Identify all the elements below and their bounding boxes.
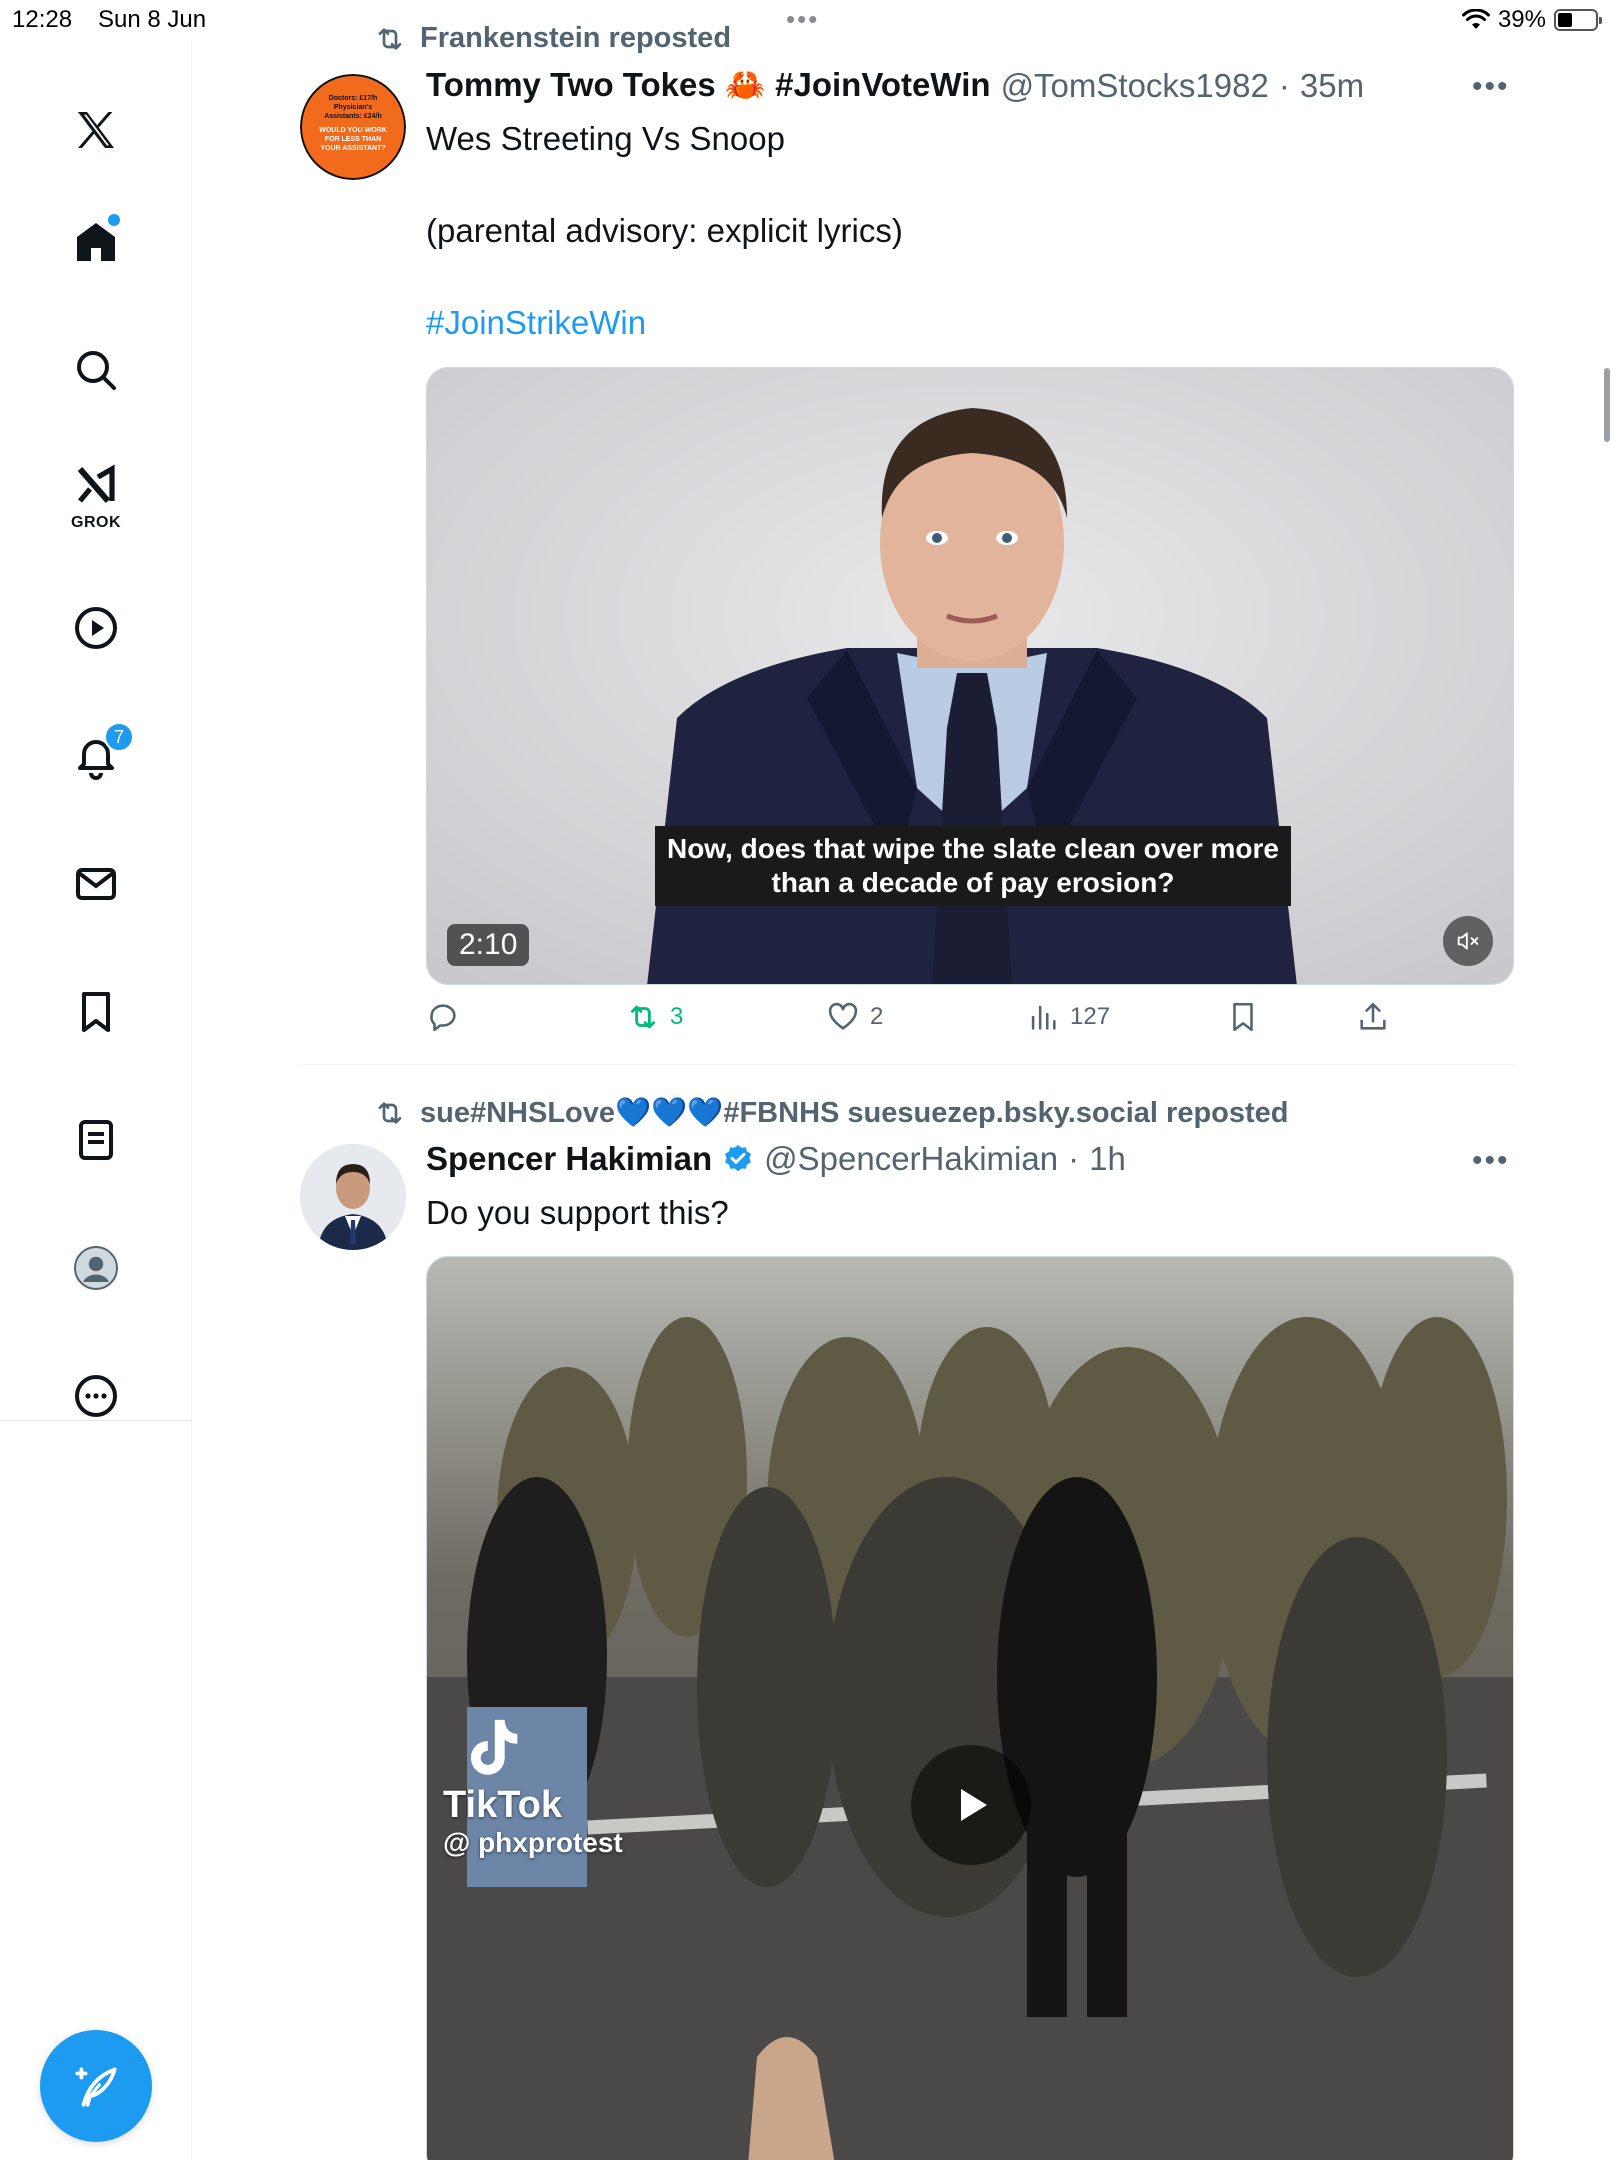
- author-name[interactable]: Tommy Two Tokes 🦀 #JoinVoteWin: [426, 66, 991, 105]
- video-caption: Now, does that wipe the slate clean over…: [655, 826, 1291, 906]
- home-notification-dot: [108, 214, 120, 226]
- post-time[interactable]: 35m: [1300, 67, 1364, 105]
- tiktok-watermark: TikTok @ phxprotest: [443, 1717, 623, 1859]
- repost-icon: [378, 27, 402, 50]
- x-logo-icon[interactable]: [56, 90, 136, 170]
- repost-indicator: Frankenstein reposted: [374, 22, 731, 55]
- svg-text:YOUR ASSISTANT?: YOUR ASSISTANT?: [320, 145, 385, 152]
- status-time: 12:28: [12, 6, 73, 33]
- repost-icon: [378, 1102, 402, 1124]
- notifications-badge: 7: [104, 722, 134, 752]
- status-date: Sun 8 Jun: [98, 6, 207, 33]
- view-count: 127: [1070, 1003, 1111, 1030]
- sidebar-item-search[interactable]: [56, 330, 136, 410]
- post-time[interactable]: 1h: [1089, 1140, 1126, 1178]
- repost-by-text[interactable]: sue#NHSLove💙💙💙#FBNHS suesuezep.bsky.soci…: [420, 1096, 1289, 1130]
- video-frame: [427, 1257, 1513, 2160]
- profile-icon: [74, 1246, 118, 1290]
- views-button[interactable]: 127: [1026, 1000, 1110, 1034]
- battery-percent: 39%: [1497, 6, 1546, 33]
- post-separator: [300, 1064, 1514, 1065]
- like-button[interactable]: 2: [826, 1000, 883, 1034]
- share-button[interactable]: [1356, 1000, 1390, 1034]
- author-handle[interactable]: @TomStocks1982: [1001, 67, 1269, 105]
- post-video[interactable]: Now, does that wipe the slate clean over…: [426, 367, 1514, 985]
- wifi-icon: [1461, 9, 1490, 29]
- svg-text:WOULD YOU WORK: WOULD YOU WORK: [319, 127, 387, 134]
- sidebar-item-profile[interactable]: [56, 1228, 136, 1308]
- separator: ·: [1278, 66, 1290, 104]
- tiktok-logo-icon: [470, 1719, 518, 1775]
- author-name[interactable]: Spencer Hakimian: [426, 1140, 712, 1178]
- repost-indicator: sue#NHSLove💙💙💙#FBNHS suesuezep.bsky.soci…: [374, 1096, 1289, 1130]
- status-right: 39%: [1461, 6, 1602, 34]
- author-handle[interactable]: @SpencerHakimian: [764, 1140, 1058, 1178]
- svg-text:FOR LESS THAN: FOR LESS THAN: [325, 136, 381, 143]
- post-actions: 3 2 127: [426, 1000, 1426, 1050]
- more-icon: [75, 1375, 117, 1417]
- sidebar-item-grok[interactable]: GROK: [56, 456, 136, 536]
- analytics-icon: [1031, 1005, 1056, 1030]
- heart-icon: [828, 1002, 858, 1030]
- multitasking-dots-icon[interactable]: •••: [786, 4, 819, 35]
- grok-label: GROK: [71, 514, 121, 531]
- like-count: 2: [870, 1003, 884, 1030]
- compose-post-button[interactable]: [40, 2030, 152, 2142]
- svg-text:Doctors: £17/h: Doctors: £17/h: [329, 95, 378, 102]
- sidebar-item-home[interactable]: [56, 202, 136, 282]
- sidebar-item-bookmarks[interactable]: [56, 972, 136, 1052]
- post-header: Spencer Hakimian @SpencerHakimian · 1h: [426, 1140, 1126, 1178]
- sidebar-divider: [0, 1420, 192, 1421]
- post-text-line-1: Wes Streeting Vs Snoop: [426, 120, 785, 157]
- post-header: Tommy Two Tokes 🦀 #JoinVoteWin @TomStock…: [426, 66, 1364, 105]
- battery-icon: [1554, 9, 1602, 31]
- tiktok-user: @ phxprotest: [443, 1827, 623, 1858]
- sidebar-item-notifications[interactable]: 7: [56, 716, 136, 796]
- sidebar-item-more[interactable]: [56, 1356, 136, 1436]
- search-icon: [77, 351, 116, 390]
- separator: ·: [1068, 1140, 1080, 1177]
- post-video[interactable]: TikTok @ phxprotest: [426, 1256, 1514, 2160]
- play-button[interactable]: [911, 1745, 1031, 1865]
- repost-button[interactable]: 3: [626, 1000, 683, 1034]
- repost-icon: [630, 1005, 656, 1029]
- bookmark-icon: [82, 992, 110, 1032]
- bookmark-button[interactable]: [1226, 1000, 1260, 1034]
- verified-badge-icon: [725, 1145, 752, 1172]
- repost-count: 3: [670, 1003, 684, 1030]
- sidebar-item-video[interactable]: [56, 588, 136, 668]
- play-icon: [961, 1789, 987, 1821]
- post-text-line-1: Do you support this?: [426, 1194, 729, 1231]
- mail-icon: [76, 868, 116, 900]
- reply-button[interactable]: [426, 1000, 460, 1034]
- share-icon: [1360, 1002, 1386, 1030]
- compose-post-icon: [75, 2067, 117, 2107]
- post-more-icon[interactable]: •••: [1472, 1144, 1510, 1178]
- post-hashtag[interactable]: #JoinStrikeWin: [426, 300, 646, 346]
- avatar[interactable]: [300, 1144, 406, 1250]
- sidebar-item-lists[interactable]: [56, 1100, 136, 1180]
- avatar[interactable]: Doctors: £17/h Physician's Assistants: £…: [300, 74, 406, 180]
- svg-text:Assistants: £24/h: Assistants: £24/h: [324, 113, 382, 120]
- video-play-icon: [75, 607, 117, 649]
- grok-icon: [77, 464, 115, 503]
- tiktok-brand: TikTok: [443, 1784, 562, 1826]
- sidebar-item-messages[interactable]: [56, 844, 136, 924]
- post-more-icon[interactable]: •••: [1472, 70, 1510, 104]
- repost-by-text[interactable]: Frankenstein reposted: [420, 22, 731, 55]
- scrollbar[interactable]: [1604, 368, 1610, 442]
- status-bar: 12:28 Sun 8 Jun ••• 39%: [0, 0, 1620, 40]
- muted-speaker-icon: [1457, 932, 1479, 950]
- video-duration: 2:10: [447, 924, 530, 966]
- reply-icon: [430, 1004, 456, 1032]
- bookmark-icon: [1233, 1002, 1253, 1032]
- post-text-line-2: (parental advisory: explicit lyrics): [426, 212, 903, 249]
- sidebar-nav: GROK 7: [0, 40, 192, 2160]
- mute-button[interactable]: [1443, 916, 1493, 966]
- svg-text:Physician's: Physician's: [334, 104, 372, 111]
- lists-icon: [79, 1120, 113, 1160]
